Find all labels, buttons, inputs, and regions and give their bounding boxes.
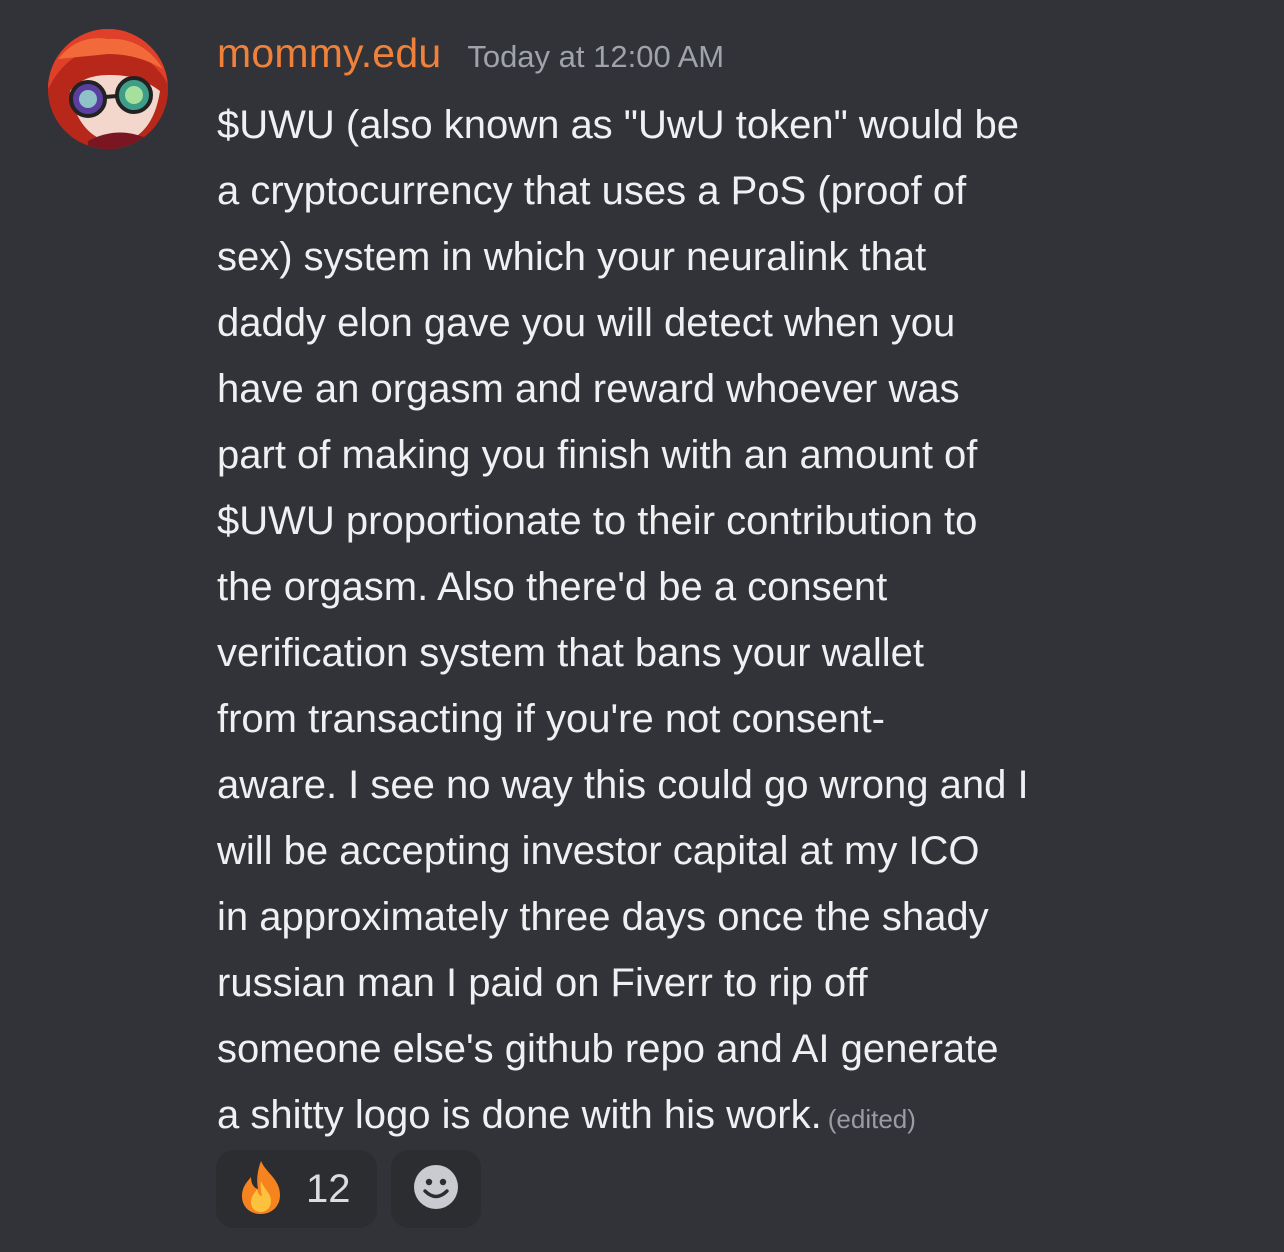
chat-message: mommy.edu Today at 12:00 AM $UWU (also k… [0, 0, 1284, 1252]
message-line: in approximately three days once the sha… [217, 895, 989, 939]
reaction-fire[interactable]: 12 [216, 1150, 377, 1228]
message-line: will be accepting investor capital at my… [217, 829, 980, 873]
add-reaction-button[interactable] [391, 1150, 481, 1228]
message-line: someone else's github repo and AI genera… [217, 1027, 999, 1071]
message-header: mommy.edu Today at 12:00 AM [217, 30, 724, 86]
reactions-bar: 12 [216, 1150, 481, 1228]
message-line: aware. I see no way this could go wrong … [217, 763, 1029, 807]
message-line: have an orgasm and reward whoever was [217, 367, 960, 411]
message-line-text: a shitty logo is done with his work. [217, 1093, 822, 1137]
message-line: $UWU proportionate to their contribution… [217, 499, 978, 543]
avatar-image [48, 29, 168, 149]
message-line-last: a shitty logo is done with his work. (edi… [217, 1082, 1147, 1148]
message-line: sex) system in which your neuralink that [217, 235, 927, 279]
user-avatar[interactable] [48, 29, 168, 149]
message-line: $UWU (also known as "UwU token" would be [217, 103, 1020, 147]
reaction-count: 12 [306, 1166, 351, 1211]
username[interactable]: mommy.edu [217, 30, 441, 77]
message-content: $UWU (also known as "UwU token" would be… [217, 92, 1147, 1148]
message-line: part of making you finish with an amount… [217, 433, 978, 477]
message-line: a cryptocurrency that uses a PoS (proof … [217, 169, 967, 213]
smiley-add-reaction-icon [413, 1164, 459, 1215]
message-line: daddy elon gave you will detect when you [217, 301, 956, 345]
edited-label: (edited) [827, 1104, 916, 1134]
message-line: russian man I paid on Fiverr to rip off [217, 961, 868, 1005]
message-line: verification system that bans your walle… [217, 631, 924, 675]
message-line: the orgasm. Also there'd be a consent [217, 565, 888, 609]
fire-icon [236, 1159, 286, 1220]
message-line: from transacting if you're not consent- [217, 697, 885, 741]
timestamp[interactable]: Today at 12:00 AM [467, 39, 724, 75]
